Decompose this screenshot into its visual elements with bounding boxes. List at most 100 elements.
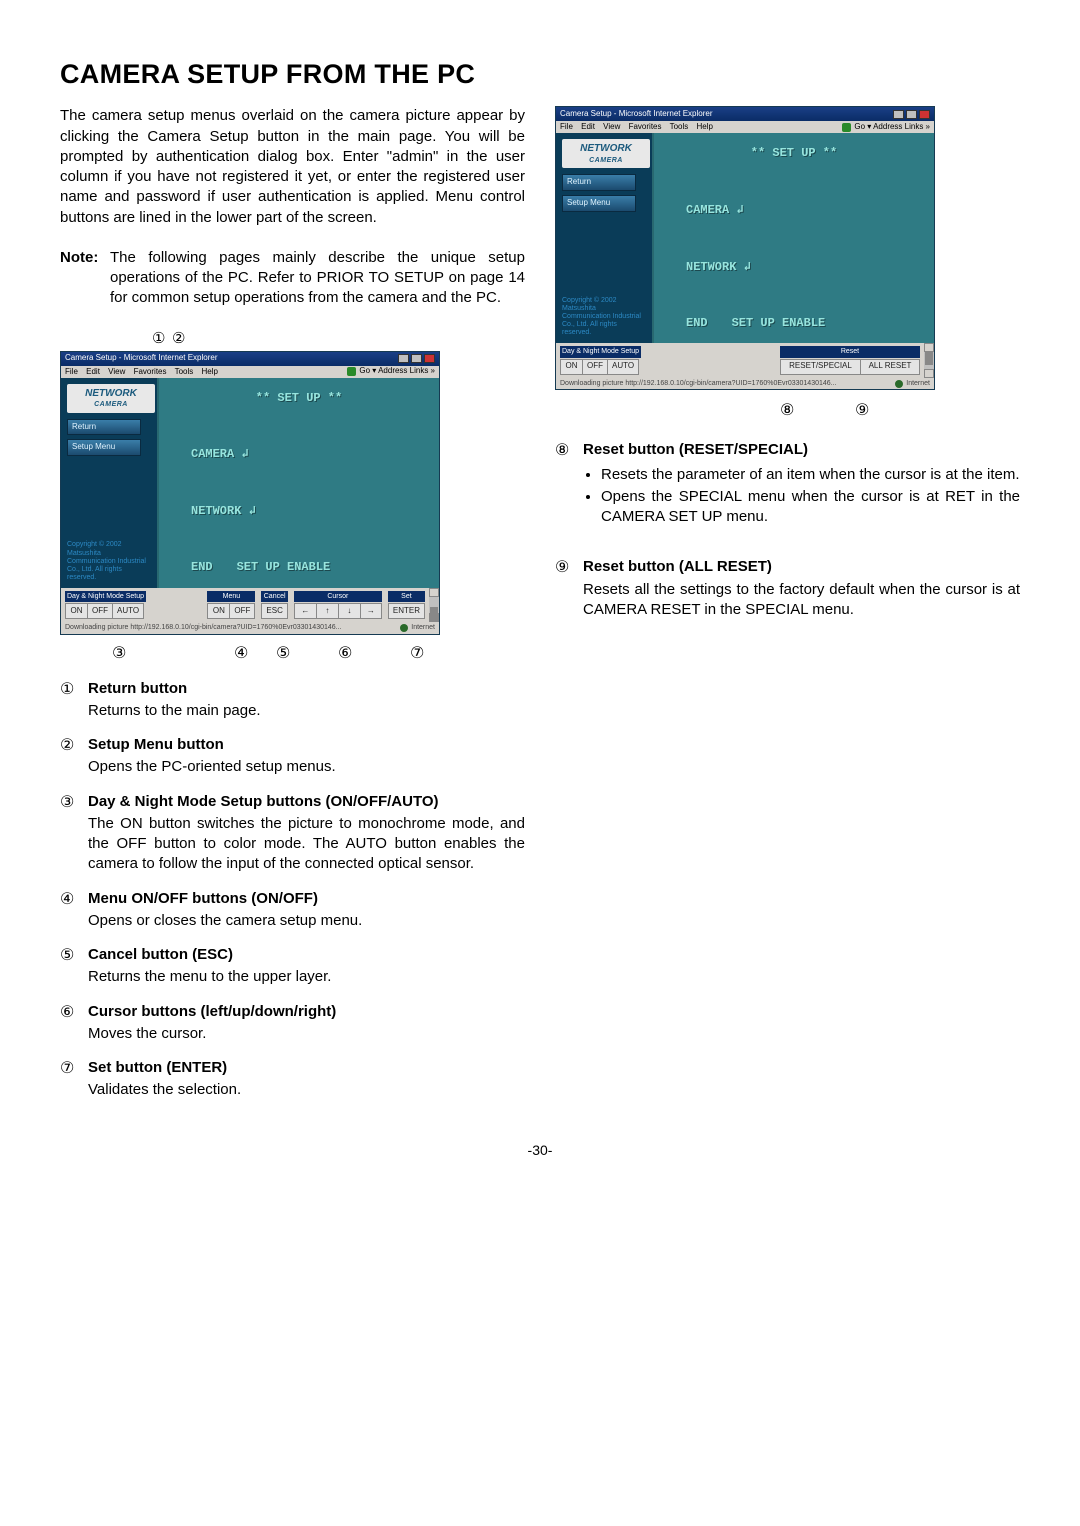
intro-paragraph: The camera setup menus overlaid on the c… <box>60 106 525 228</box>
address-links[interactable]: Go ▾ Address Links » <box>854 122 930 133</box>
item-num: ⑦ <box>60 1058 88 1101</box>
address-links[interactable]: Go ▾ Address Links » <box>359 366 435 377</box>
item-8: ⑧ Reset button (RESET/SPECIAL) Resets th… <box>555 440 1020 529</box>
status-left: Downloading picture http://192.168.0.10/… <box>560 379 837 388</box>
setup-menu-button[interactable]: Setup Menu <box>67 439 141 456</box>
setup-menu-button[interactable]: Setup Menu <box>562 195 636 212</box>
menu-help[interactable]: Help <box>202 367 218 376</box>
menu-file[interactable]: File <box>65 367 78 376</box>
item-1: ① Return button Returns to the main page… <box>60 679 525 722</box>
close-icon[interactable] <box>919 110 930 119</box>
menu-help[interactable]: Help <box>697 122 713 131</box>
return-button[interactable]: Return <box>562 174 636 191</box>
enter-button[interactable]: ENTER <box>388 603 425 619</box>
daynight-on-button[interactable]: ON <box>560 359 582 375</box>
cancel-group: Cancel ESC <box>261 591 287 619</box>
osd-camera: CAMERA ↲ <box>668 202 920 218</box>
menu-off-button[interactable]: OFF <box>229 603 255 619</box>
camera-osd: ** SET UP ** CAMERA ↲ NETWORK ↲ END SET … <box>157 378 439 588</box>
close-icon[interactable] <box>424 354 435 363</box>
callout-4: ④ <box>234 645 248 661</box>
right-column: Camera Setup - Microsoft Internet Explor… <box>555 106 1020 1100</box>
scroll-down-icon[interactable] <box>924 369 934 378</box>
item-9: ⑨ Reset button (ALL RESET) Resets all th… <box>555 557 1020 620</box>
item-body: Validates the selection. <box>88 1080 525 1100</box>
menu-view[interactable]: View <box>108 367 125 376</box>
osd-camera: CAMERA ↲ <box>173 446 425 462</box>
set-group: Set ENTER <box>388 591 425 619</box>
brand-line1: NETWORK <box>580 143 632 154</box>
scroll-up-icon[interactable] <box>429 588 439 597</box>
osd-network: NETWORK ↲ <box>668 259 920 275</box>
ie-body: NETWORK CAMERA Return Setup Menu Copyrig… <box>61 378 439 588</box>
item-6: ⑥ Cursor buttons (left/up/down/right) Mo… <box>60 1002 525 1045</box>
ie-body: NETWORK CAMERA Return Setup Menu Copyrig… <box>556 133 934 343</box>
callout-3: ③ <box>112 645 126 661</box>
window-controls <box>893 110 930 119</box>
cursor-left-button[interactable]: ← <box>294 603 316 619</box>
menu-tools[interactable]: Tools <box>670 122 689 131</box>
callout-row-right: ⑧ ⑨ <box>555 398 1020 422</box>
menu-edit[interactable]: Edit <box>581 122 595 131</box>
cursor-right-button[interactable]: → <box>360 603 382 619</box>
item-head: Set button (ENTER) <box>88 1058 525 1078</box>
cursor-up-button[interactable]: ↑ <box>316 603 338 619</box>
item-num: ⑤ <box>60 945 88 988</box>
esc-button[interactable]: ESC <box>261 603 287 619</box>
ie-title-text: Camera Setup - Microsoft Internet Explor… <box>560 109 713 120</box>
scroll-thumb[interactable] <box>925 351 933 365</box>
all-reset-button[interactable]: ALL RESET <box>860 359 920 375</box>
daynight-auto-button[interactable]: AUTO <box>607 359 639 375</box>
reset-special-button[interactable]: RESET/SPECIAL <box>780 359 860 375</box>
internet-icon <box>400 624 408 632</box>
item-body: Returns to the main page. <box>88 701 525 721</box>
note-label: Note: <box>60 248 110 309</box>
item-num: ② <box>60 735 88 778</box>
screenshot-1: Camera Setup - Microsoft Internet Explor… <box>60 351 525 635</box>
menu-view[interactable]: View <box>603 122 620 131</box>
menu-fav[interactable]: Favorites <box>629 122 662 131</box>
scrollbar[interactable] <box>924 343 934 377</box>
return-button[interactable]: Return <box>67 419 141 436</box>
screenshot-2: Camera Setup - Microsoft Internet Explor… <box>555 106 1020 390</box>
brand-logo: NETWORK CAMERA <box>562 139 650 168</box>
item-body: The ON button switches the picture to mo… <box>88 814 525 875</box>
menu-group: Menu ON OFF <box>207 591 255 619</box>
item-2: ② Setup Menu button Opens the PC-oriente… <box>60 735 525 778</box>
item-head: Return button <box>88 679 525 699</box>
minimize-icon[interactable] <box>398 354 409 363</box>
go-icon[interactable] <box>347 367 356 376</box>
callout-6: ⑥ <box>338 645 352 661</box>
minimize-icon[interactable] <box>893 110 904 119</box>
menu-edit[interactable]: Edit <box>86 367 100 376</box>
daynight-auto-button[interactable]: AUTO <box>112 603 144 619</box>
item-list-right: ⑧ Reset button (RESET/SPECIAL) Resets th… <box>555 440 1020 620</box>
menu-file[interactable]: File <box>560 122 573 131</box>
sidebar: NETWORK CAMERA Return Setup Menu Copyrig… <box>556 133 652 343</box>
ie-window: Camera Setup - Microsoft Internet Explor… <box>555 106 935 390</box>
maximize-icon[interactable] <box>906 110 917 119</box>
daynight-header: Day & Night Mode Setup <box>560 346 641 357</box>
ie-titlebar: Camera Setup - Microsoft Internet Explor… <box>61 352 439 366</box>
daynight-on-button[interactable]: ON <box>65 603 87 619</box>
sidebar-copyright: Copyright © 2002 Matsushita Communicatio… <box>562 297 646 337</box>
callout-9: ⑨ <box>855 402 869 418</box>
menu-tools[interactable]: Tools <box>175 367 194 376</box>
osd-network: NETWORK ↲ <box>173 503 425 519</box>
maximize-icon[interactable] <box>411 354 422 363</box>
camera-osd: ** SET UP ** CAMERA ↲ NETWORK ↲ END SET … <box>652 133 934 343</box>
ie-statusbar: Downloading picture http://192.168.0.10/… <box>61 622 439 633</box>
item-body: Opens the PC-oriented setup menus. <box>88 757 525 777</box>
page-number: -30- <box>60 1141 1020 1160</box>
item-body: Returns the menu to the upper layer. <box>88 967 525 987</box>
daynight-off-button[interactable]: OFF <box>87 603 112 619</box>
menu-fav[interactable]: Favorites <box>134 367 167 376</box>
ie-title-text: Camera Setup - Microsoft Internet Explor… <box>65 353 218 364</box>
cursor-down-button[interactable]: ↓ <box>338 603 360 619</box>
go-icon[interactable] <box>842 123 851 132</box>
scrollbar[interactable] <box>429 588 439 622</box>
daynight-group: Day & Night Mode Setup ON OFF AUTO <box>560 346 641 374</box>
menu-on-button[interactable]: ON <box>207 603 229 619</box>
scroll-thumb[interactable] <box>430 607 438 621</box>
daynight-off-button[interactable]: OFF <box>582 359 607 375</box>
